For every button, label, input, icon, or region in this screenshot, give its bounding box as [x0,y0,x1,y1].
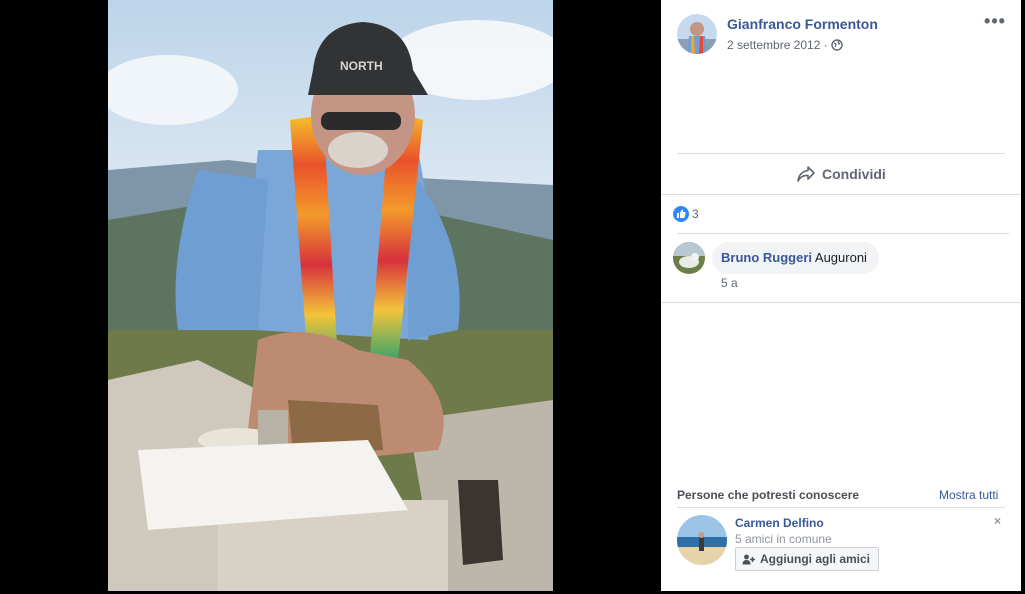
edge-strip [1021,0,1025,594]
more-options-icon[interactable]: ••• [983,12,1007,34]
divider [677,233,1009,234]
suggested-person-avatar-image [677,515,727,565]
photo-image: NORTH [108,0,553,591]
post-sidebar: Gianfranco Formenton 2 settembre 2012 · … [661,0,1021,591]
author-avatar-image [677,14,717,54]
comment-bubble: Bruno Ruggeri Auguroni [712,242,879,274]
share-arrow-icon [797,166,815,182]
add-friend-button[interactable]: Aggiungi agli amici [735,547,880,571]
share-button[interactable]: Condividi [796,163,886,185]
add-friend-icon [742,554,755,564]
divider [677,153,1005,154]
divider [661,302,1021,303]
add-friend-label: Aggiungi agli amici [760,552,871,566]
divider [677,507,1005,508]
pymk-title: Persone che potresti conoscere [677,488,860,502]
see-all-link[interactable]: Mostra tutti [939,488,998,502]
thumbs-up-icon[interactable] [673,206,689,222]
post-photo[interactable]: NORTH [108,0,553,591]
author-avatar[interactable] [677,14,717,54]
photo-viewer: NORTH [0,0,661,594]
suggested-person-name[interactable]: Carmen Delfino [735,516,824,530]
share-label: Condividi [822,166,886,182]
divider [661,194,1021,195]
comment-author[interactable]: Bruno Ruggeri [721,250,812,265]
svg-text:NORTH: NORTH [340,59,383,73]
like-count[interactable]: 3 [692,207,699,221]
globe-icon[interactable] [831,38,843,51]
close-icon[interactable]: × [994,514,1001,528]
commenter-avatar[interactable] [673,242,705,274]
post-date[interactable]: 2 settembre 2012 · [727,38,828,52]
comment-time[interactable]: 5 a [721,276,738,290]
comment-text: Auguroni [814,250,867,265]
suggested-person-avatar[interactable] [677,515,727,565]
mutual-friends[interactable]: 5 amici in comune [735,532,832,546]
commenter-avatar-image [673,242,705,274]
author-name[interactable]: Gianfranco Formenton [727,16,878,32]
